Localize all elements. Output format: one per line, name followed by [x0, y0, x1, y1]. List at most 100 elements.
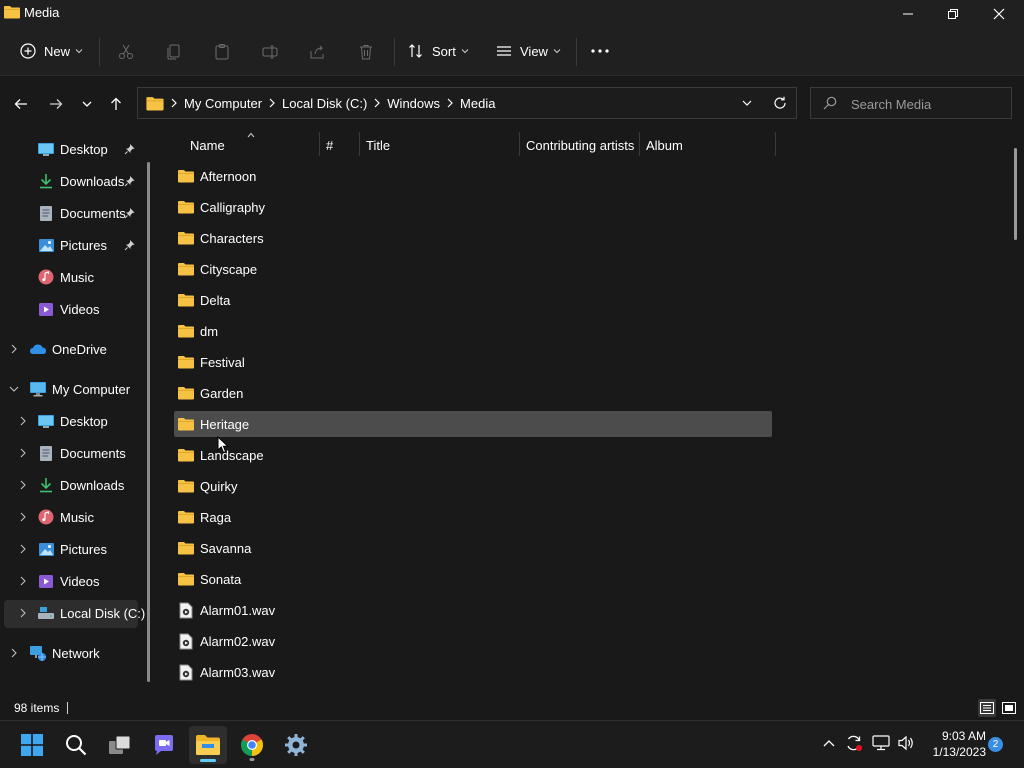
sync-icon [847, 735, 862, 751]
collapse-chevron-icon[interactable] [9, 384, 19, 394]
nav-my-computer[interactable]: My Computer [29, 374, 130, 404]
expand-chevron-icon[interactable] [9, 344, 19, 354]
large-icons-view-button[interactable] [1000, 699, 1018, 717]
column-divider[interactable] [359, 132, 360, 156]
nav-quick-desktop[interactable]: Desktop [37, 134, 108, 164]
file-row-audio[interactable]: Alarm02.wav [174, 628, 772, 654]
breadcrumb-my-computer[interactable]: My Computer [184, 96, 262, 111]
nav-quick-pictures[interactable]: Pictures [37, 230, 107, 260]
file-row-folder[interactable]: Festival [174, 349, 772, 375]
details-view-button[interactable] [978, 699, 996, 717]
file-row-folder[interactable]: Heritage [174, 411, 772, 437]
column-header-number[interactable]: # [326, 135, 333, 155]
delete-button[interactable] [354, 40, 378, 64]
chrome-taskbar-button[interactable] [233, 726, 271, 764]
notification-badge[interactable]: 2 [988, 737, 1003, 752]
expand-chevron-icon[interactable] [18, 608, 28, 618]
rename-button[interactable] [258, 40, 282, 64]
nav-network[interactable]: Network [29, 638, 100, 668]
nav-quick-videos[interactable]: Videos [37, 294, 100, 324]
nav-computer-pictures[interactable]: Pictures [37, 534, 107, 564]
address-history-button[interactable] [741, 97, 753, 109]
paste-button[interactable] [210, 40, 234, 64]
breadcrumb-local-disk[interactable]: Local Disk (C:) [282, 96, 367, 111]
file-explorer-taskbar-button[interactable] [189, 726, 227, 764]
new-label: New [44, 43, 71, 59]
column-header-contributing-artists[interactable]: Contributing artists [526, 135, 634, 155]
new-button[interactable]: New [20, 36, 83, 66]
column-divider[interactable] [639, 132, 640, 156]
file-row-folder[interactable]: Delta [174, 287, 772, 313]
column-header-name[interactable]: Name [190, 135, 225, 155]
nav-computer-documents[interactable]: Documents [37, 438, 126, 468]
show-hidden-icons-button[interactable] [819, 733, 839, 753]
nav-scrollbar[interactable] [147, 162, 150, 682]
column-header-album[interactable]: Album [646, 135, 683, 155]
nav-local-disk[interactable]: Local Disk (C:) [37, 598, 145, 628]
see-more-button[interactable] [590, 36, 610, 66]
chevron-up-icon [823, 740, 835, 747]
expand-chevron-icon[interactable] [18, 512, 28, 522]
minimize-button[interactable] [885, 0, 931, 28]
nav-quick-music[interactable]: Music [37, 262, 94, 292]
search-box[interactable] [810, 87, 1012, 119]
nav-item-label: Documents [60, 445, 126, 461]
close-button[interactable] [976, 0, 1022, 28]
nav-quick-documents[interactable]: Documents [37, 198, 126, 228]
breadcrumb-windows[interactable]: Windows [387, 96, 440, 111]
column-divider[interactable] [519, 132, 520, 156]
file-row-folder[interactable]: Calligraphy [174, 194, 772, 220]
start-button[interactable] [13, 726, 51, 764]
back-button[interactable] [9, 90, 33, 118]
restore-button[interactable] [930, 0, 976, 28]
nav-onedrive[interactable]: OneDrive [29, 334, 107, 364]
share-button[interactable] [306, 40, 330, 64]
nav-computer-music[interactable]: Music [37, 502, 94, 532]
expand-chevron-icon[interactable] [18, 448, 28, 458]
nav-computer-desktop[interactable]: Desktop [37, 406, 108, 436]
sort-button[interactable]: Sort [408, 36, 469, 66]
file-row-folder[interactable]: Landscape [174, 442, 772, 468]
file-row-folder[interactable]: Afternoon [174, 163, 772, 189]
volume-button[interactable] [896, 733, 916, 753]
file-row-folder[interactable]: Raga [174, 504, 772, 530]
network-status-button[interactable] [871, 733, 891, 753]
refresh-button[interactable] [773, 96, 787, 110]
search-button[interactable] [57, 726, 95, 764]
address-bar[interactable]: My Computer Local Disk (C:) Windows Medi… [137, 87, 797, 119]
nav-computer-downloads[interactable]: Downloads [37, 470, 124, 500]
settings-taskbar-button[interactable] [277, 726, 315, 764]
nav-quick-downloads[interactable]: Downloads [37, 166, 124, 196]
sync-status-button[interactable] [844, 733, 864, 753]
file-row-folder[interactable]: Savanna [174, 535, 772, 561]
file-row-folder[interactable]: Characters [174, 225, 772, 251]
task-view-button[interactable] [101, 726, 139, 764]
expand-chevron-icon[interactable] [18, 544, 28, 554]
file-row-folder[interactable]: dm [174, 318, 772, 344]
cut-button[interactable] [114, 40, 138, 64]
file-row-folder[interactable]: Sonata [174, 566, 772, 592]
column-header-title[interactable]: Title [366, 135, 390, 155]
file-row-folder[interactable]: Cityscape [174, 256, 772, 282]
expand-chevron-icon[interactable] [18, 416, 28, 426]
expand-chevron-icon[interactable] [18, 480, 28, 490]
breadcrumb-media[interactable]: Media [460, 96, 495, 111]
copy-button[interactable] [162, 40, 186, 64]
recent-locations-button[interactable] [75, 90, 99, 118]
column-divider[interactable] [775, 132, 776, 156]
file-row-audio[interactable]: Alarm03.wav [174, 659, 772, 685]
expand-chevron-icon[interactable] [9, 648, 19, 658]
forward-button[interactable] [44, 90, 68, 118]
up-button[interactable] [104, 90, 128, 118]
nav-computer-videos[interactable]: Videos [37, 566, 100, 596]
file-row-folder[interactable]: Quirky [174, 473, 772, 499]
expand-chevron-icon[interactable] [18, 576, 28, 586]
search-input[interactable] [849, 94, 1008, 114]
taskbar-clock[interactable]: 9:03 AM 1/13/2023 [922, 728, 986, 760]
file-row-audio[interactable]: Alarm01.wav [174, 597, 772, 623]
teams-chat-button[interactable] [145, 726, 183, 764]
content-scrollbar[interactable] [1014, 148, 1017, 240]
column-divider[interactable] [319, 132, 320, 156]
file-row-folder[interactable]: Garden [174, 380, 772, 406]
view-button[interactable]: View [496, 36, 561, 66]
